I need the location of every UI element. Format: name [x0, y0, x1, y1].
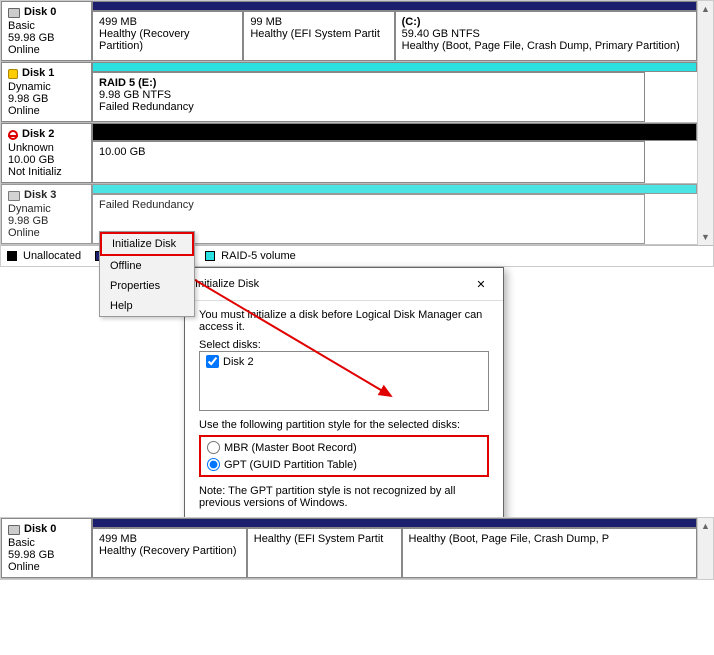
partition-size: 9.98 GB NTFS — [99, 89, 638, 101]
disk-list[interactable]: Disk 2 — [199, 351, 489, 411]
partition[interactable]: RAID 5 (E:)9.98 GB NTFSFailed Redundancy — [92, 72, 645, 122]
disk-name: Disk 0 — [24, 523, 56, 537]
disk-size: 9.98 GB — [8, 93, 85, 105]
disk-size: 9.98 GB — [8, 215, 85, 227]
disk-row: Disk 1Dynamic9.98 GBOnlineRAID 5 (E:)9.9… — [1, 62, 697, 123]
partition-label: RAID 5 (E:) — [99, 77, 638, 89]
partition[interactable]: 499 MBHealthy (Recovery Partition) — [92, 11, 243, 61]
context-menu-item[interactable]: Help — [100, 296, 194, 316]
partition-status: Failed Redundancy — [99, 101, 638, 113]
disk-type: Basic — [8, 20, 85, 32]
mbr-radio-input[interactable] — [207, 441, 220, 454]
disk-size: 10.00 GB — [8, 154, 85, 166]
disk-icon — [8, 525, 20, 535]
partition-style-highlight: MBR (Master Boot Record) GPT (GUID Parti… — [199, 435, 489, 477]
scroll-up-icon[interactable]: ▲ — [698, 518, 713, 534]
mbr-radio-label: MBR (Master Boot Record) — [224, 442, 357, 454]
warning-icon — [8, 69, 18, 79]
disk-checkbox-label: Disk 2 — [223, 356, 254, 368]
partition-status: Healthy (Recovery Partition) — [99, 28, 236, 52]
close-icon: ✕ — [476, 278, 485, 291]
partition[interactable]: 99 MBHealthy (EFI System Partit — [243, 11, 394, 61]
partition-label: (C:) — [402, 16, 690, 28]
partition-status: Healthy (EFI System Partit — [254, 533, 395, 545]
partition-status: Healthy (Recovery Partition) — [99, 545, 240, 557]
partition-size: 59.40 GB NTFS — [402, 28, 690, 40]
disk-strip — [92, 184, 697, 194]
disk-type: Basic — [8, 537, 85, 549]
disk-name: Disk 0 — [24, 6, 56, 20]
partition[interactable]: 10.00 GB — [92, 141, 645, 183]
gpt-radio-input[interactable] — [207, 458, 220, 471]
disk-size: 59.98 GB — [8, 32, 85, 44]
disk-row: Disk 2Unknown10.00 GBNot Initializ10.00 … — [1, 123, 697, 184]
disk-status: Online — [8, 44, 85, 56]
disk-status: Online — [8, 227, 85, 239]
context-menu-item[interactable]: Offline — [100, 256, 194, 276]
disk-management-panel-after: Disk 0 Basic 59.98 GB Online 499 MBHealt… — [0, 517, 714, 580]
disk-info[interactable]: Disk 1Dynamic9.98 GBOnline — [1, 62, 92, 122]
partition[interactable]: (C:)59.40 GB NTFSHealthy (Boot, Page Fil… — [395, 11, 697, 61]
close-button[interactable]: ✕ — [469, 274, 493, 294]
disk-type: Unknown — [8, 142, 85, 154]
partition-status: Healthy (Boot, Page File, Crash Dump, P — [409, 533, 691, 545]
disk-info[interactable]: Disk 3Dynamic9.98 GBOnline — [1, 184, 92, 244]
disk-status: Online — [8, 105, 85, 117]
legend-label: RAID-5 volume — [221, 250, 304, 262]
disk-row: Disk 0Basic59.98 GBOnline499 MBHealthy (… — [1, 1, 697, 62]
disk-strip — [92, 1, 697, 11]
disk-info[interactable]: Disk 0 Basic 59.98 GB Online — [1, 518, 92, 578]
disk-name: Disk 3 — [24, 189, 56, 203]
select-disks-label: Select disks: — [199, 339, 489, 351]
disk-strip — [92, 62, 697, 72]
scroll-up-icon[interactable]: ▲ — [698, 1, 713, 17]
disk-strip — [92, 123, 697, 141]
dialog-intro: You must initialize a disk before Logica… — [199, 309, 489, 339]
disk-type: Dynamic — [8, 81, 85, 93]
disk-row: Disk 0 Basic 59.98 GB Online 499 MBHealt… — [1, 518, 697, 579]
disk-icon — [8, 8, 20, 18]
partition-status: Healthy (Boot, Page File, Crash Dump, Pr… — [402, 40, 690, 52]
disk-type: Dynamic — [8, 203, 85, 215]
legend-swatch — [7, 251, 17, 261]
disk-info[interactable]: Disk 2Unknown10.00 GBNot Initializ — [1, 123, 92, 183]
legend-label: Unallocated — [23, 250, 89, 262]
disk-name: Disk 1 — [22, 67, 54, 81]
context-menu: Initialize DiskOfflinePropertiesHelp — [99, 231, 195, 317]
partition-size: 99 MB — [250, 16, 387, 28]
partition[interactable]: Healthy (Boot, Page File, Crash Dump, P — [402, 528, 698, 578]
partition-size: 10.00 GB — [99, 146, 638, 158]
partition[interactable]: Healthy (EFI System Partit — [247, 528, 402, 578]
disk-strip — [92, 518, 697, 528]
vertical-scrollbar[interactable]: ▲ — [697, 518, 713, 579]
disk-size: 59.98 GB — [8, 549, 85, 561]
disk-info[interactable]: Disk 0Basic59.98 GBOnline — [1, 1, 92, 61]
disk-name: Disk 2 — [22, 128, 54, 142]
disk-icon — [8, 191, 20, 201]
disk-checkbox-row[interactable]: Disk 2 — [206, 355, 482, 368]
disk-status: Not Initializ — [8, 166, 85, 178]
partition-style-label: Use the following partition style for th… — [199, 411, 489, 435]
partition-size: 499 MB — [99, 16, 236, 28]
partition-status: Failed Redundancy — [99, 199, 638, 211]
disk-checkbox[interactable] — [206, 355, 219, 368]
dialog-note: Note: The GPT partition style is not rec… — [199, 477, 489, 517]
disk-status: Online — [8, 561, 85, 573]
partition-size: 499 MB — [99, 533, 240, 545]
vertical-scrollbar[interactable]: ▲ ▼ — [697, 1, 713, 245]
gpt-radio[interactable]: GPT (GUID Partition Table) — [203, 456, 485, 473]
disk-management-panel: Disk 0Basic59.98 GBOnline499 MBHealthy (… — [0, 0, 714, 267]
dialog-title: Initialize Disk — [195, 278, 259, 290]
error-icon — [8, 130, 18, 140]
context-menu-item[interactable]: Initialize Disk — [100, 232, 194, 256]
legend-swatch — [205, 251, 215, 261]
scroll-down-icon[interactable]: ▼ — [698, 229, 713, 245]
context-menu-item[interactable]: Properties — [100, 276, 194, 296]
mbr-radio[interactable]: MBR (Master Boot Record) — [203, 439, 485, 456]
gpt-radio-label: GPT (GUID Partition Table) — [224, 459, 357, 471]
partition[interactable]: 499 MBHealthy (Recovery Partition) — [92, 528, 247, 578]
partition-status: Healthy (EFI System Partit — [250, 28, 387, 40]
